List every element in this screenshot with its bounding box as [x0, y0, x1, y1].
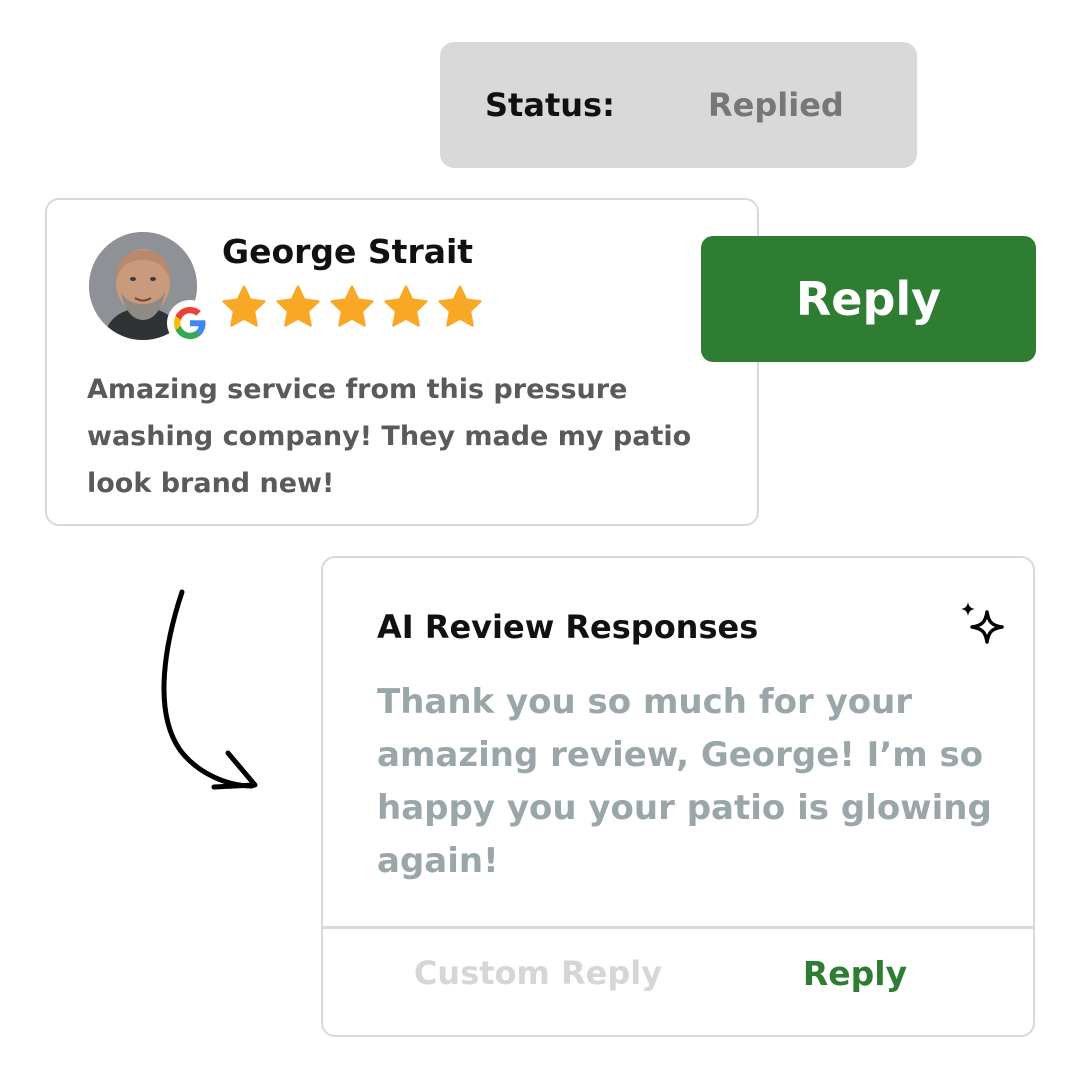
reply-button[interactable]: Reply — [701, 236, 1036, 362]
star-icon — [330, 285, 374, 327]
star-icon — [222, 285, 266, 327]
reviewer-name: George Strait — [222, 232, 474, 271]
star-icon — [276, 285, 320, 327]
sparkle-icon — [961, 602, 1004, 644]
status-label: Status: — [485, 86, 615, 124]
google-icon — [167, 300, 213, 346]
ai-panel-title: AI Review Responses — [377, 608, 759, 646]
divider — [323, 926, 1033, 929]
star-icon — [384, 285, 428, 327]
ai-response-text: Thank you so much for your amazing revie… — [377, 682, 992, 881]
star-icon — [438, 285, 482, 327]
ai-reply-button[interactable]: Reply — [787, 954, 923, 993]
review-card: George Strait Amazing service from this … — [45, 198, 759, 526]
ai-response-panel: AI Review Responses Thank you so much fo… — [321, 556, 1035, 1037]
star-rating — [220, 283, 484, 331]
status-badge: Status: Replied — [440, 42, 917, 168]
reviewer-avatar-group — [89, 232, 213, 346]
review-text: Amazing service from this pressure washi… — [87, 374, 692, 499]
custom-reply-button[interactable]: Custom Reply — [393, 954, 683, 992]
status-value: Replied — [708, 86, 844, 124]
curved-arrow-icon — [161, 589, 258, 790]
